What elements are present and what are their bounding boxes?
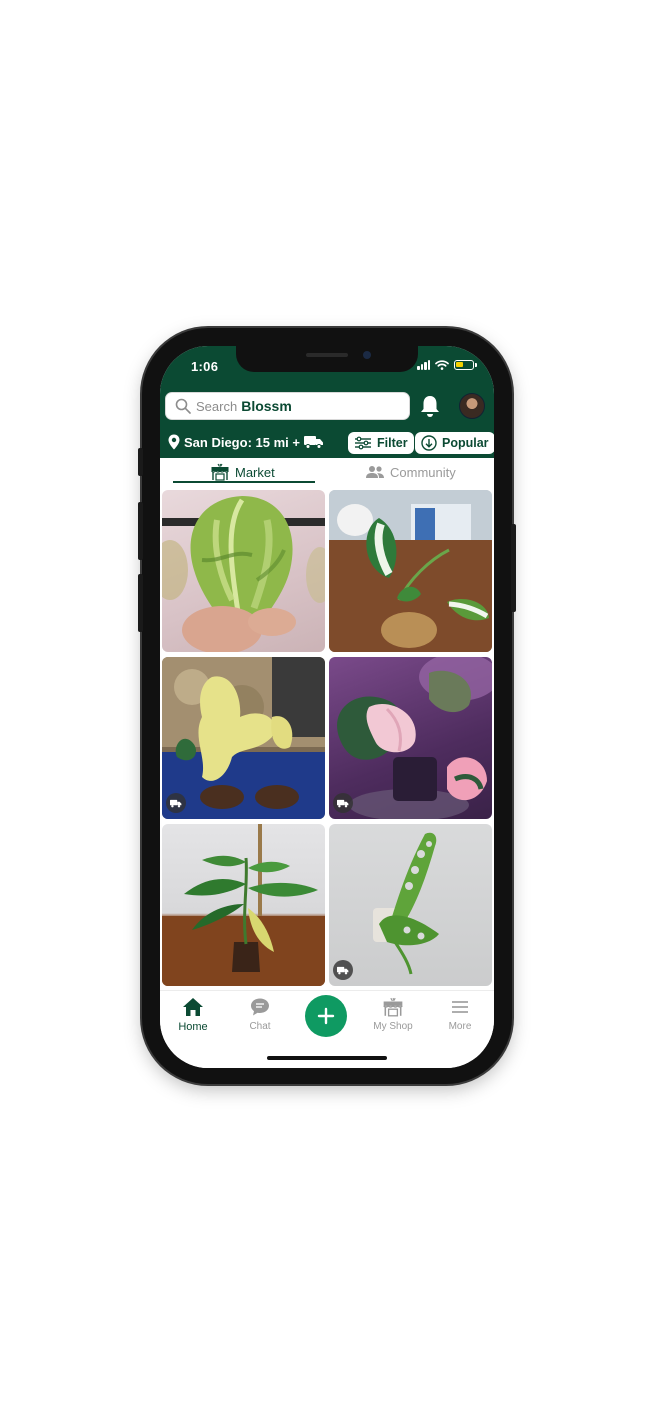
notch — [236, 346, 418, 372]
speaker — [306, 353, 348, 357]
market-stall-icon — [211, 463, 229, 481]
brand-name: Blossm — [241, 398, 292, 414]
battery-icon — [454, 360, 477, 370]
tab-community-label: Community — [390, 464, 456, 480]
plant-photo — [337, 657, 492, 819]
nav-more-label: More — [448, 1021, 472, 1032]
people-icon — [366, 466, 384, 478]
status-icons — [417, 360, 477, 370]
location-selector[interactable]: San Diego: 15 mi + — [168, 434, 324, 450]
listing-tile[interactable] — [162, 490, 325, 652]
delivery-truck-icon — [170, 799, 182, 807]
phone-volume-up-button — [138, 502, 143, 560]
filter-button[interactable]: Filter — [348, 432, 414, 454]
filter-label: Filter — [377, 436, 408, 450]
tab-market-label: Market — [235, 464, 275, 480]
phone-volume-down-button — [138, 574, 143, 632]
home-indicator[interactable] — [267, 1056, 387, 1060]
menu-icon — [452, 1001, 468, 1013]
listing-tile[interactable] — [329, 824, 492, 986]
sort-down-icon — [421, 435, 437, 451]
plant-photo — [373, 832, 439, 975]
plus-icon — [317, 1007, 335, 1025]
search-input[interactable]: Search Blossm — [165, 392, 410, 420]
search-placeholder: Search — [196, 398, 238, 414]
active-tab-indicator — [173, 481, 315, 483]
location-pin-icon — [168, 434, 180, 450]
location-text: San Diego: 15 mi + — [184, 434, 300, 450]
notification-bell-icon[interactable] — [419, 394, 441, 418]
tab-bar: Market Community — [160, 458, 494, 488]
shop-icon — [383, 997, 403, 1017]
delivery-truck-icon — [337, 799, 349, 807]
delivery-truck-icon — [337, 966, 349, 974]
front-camera — [363, 351, 371, 359]
plant-photo — [162, 657, 325, 819]
nav-my-shop-label: My Shop — [373, 1021, 413, 1032]
nav-home[interactable]: Home — [168, 997, 218, 1033]
shipping-badge — [333, 793, 353, 813]
home-icon — [183, 998, 203, 1016]
plant-photo — [162, 824, 325, 986]
sliders-icon — [355, 436, 371, 450]
user-avatar[interactable] — [459, 393, 485, 419]
chat-icon — [251, 998, 269, 1016]
listing-tile[interactable] — [329, 490, 492, 652]
sort-label: Popular — [442, 436, 489, 450]
plant-photo — [329, 490, 492, 652]
sort-button[interactable]: Popular — [415, 432, 494, 454]
wifi-icon — [435, 360, 449, 370]
search-icon — [175, 398, 191, 414]
nav-home-label: Home — [178, 1021, 208, 1033]
phone-power-button — [511, 524, 516, 612]
tab-community[interactable]: Community — [365, 458, 456, 486]
phone-action-button — [138, 448, 143, 476]
app-screen: 1:06 Search Blossm San Diego: 15 mi + Fi… — [160, 346, 494, 1068]
add-listing-button[interactable] — [305, 995, 347, 1037]
nav-more[interactable]: More — [435, 997, 485, 1032]
nav-chat[interactable]: Chat — [235, 997, 285, 1032]
status-time: 1:06 — [191, 359, 219, 374]
shipping-badge — [166, 793, 186, 813]
cellular-signal-icon — [417, 360, 430, 370]
nav-chat-label: Chat — [249, 1021, 271, 1032]
shipping-badge — [333, 960, 353, 980]
nav-my-shop[interactable]: My Shop — [368, 997, 418, 1032]
plant-photo — [162, 496, 325, 652]
listing-tile[interactable] — [162, 824, 325, 986]
delivery-truck-icon — [303, 436, 323, 449]
listing-tile[interactable] — [162, 657, 325, 819]
listing-tile[interactable] — [329, 657, 492, 819]
